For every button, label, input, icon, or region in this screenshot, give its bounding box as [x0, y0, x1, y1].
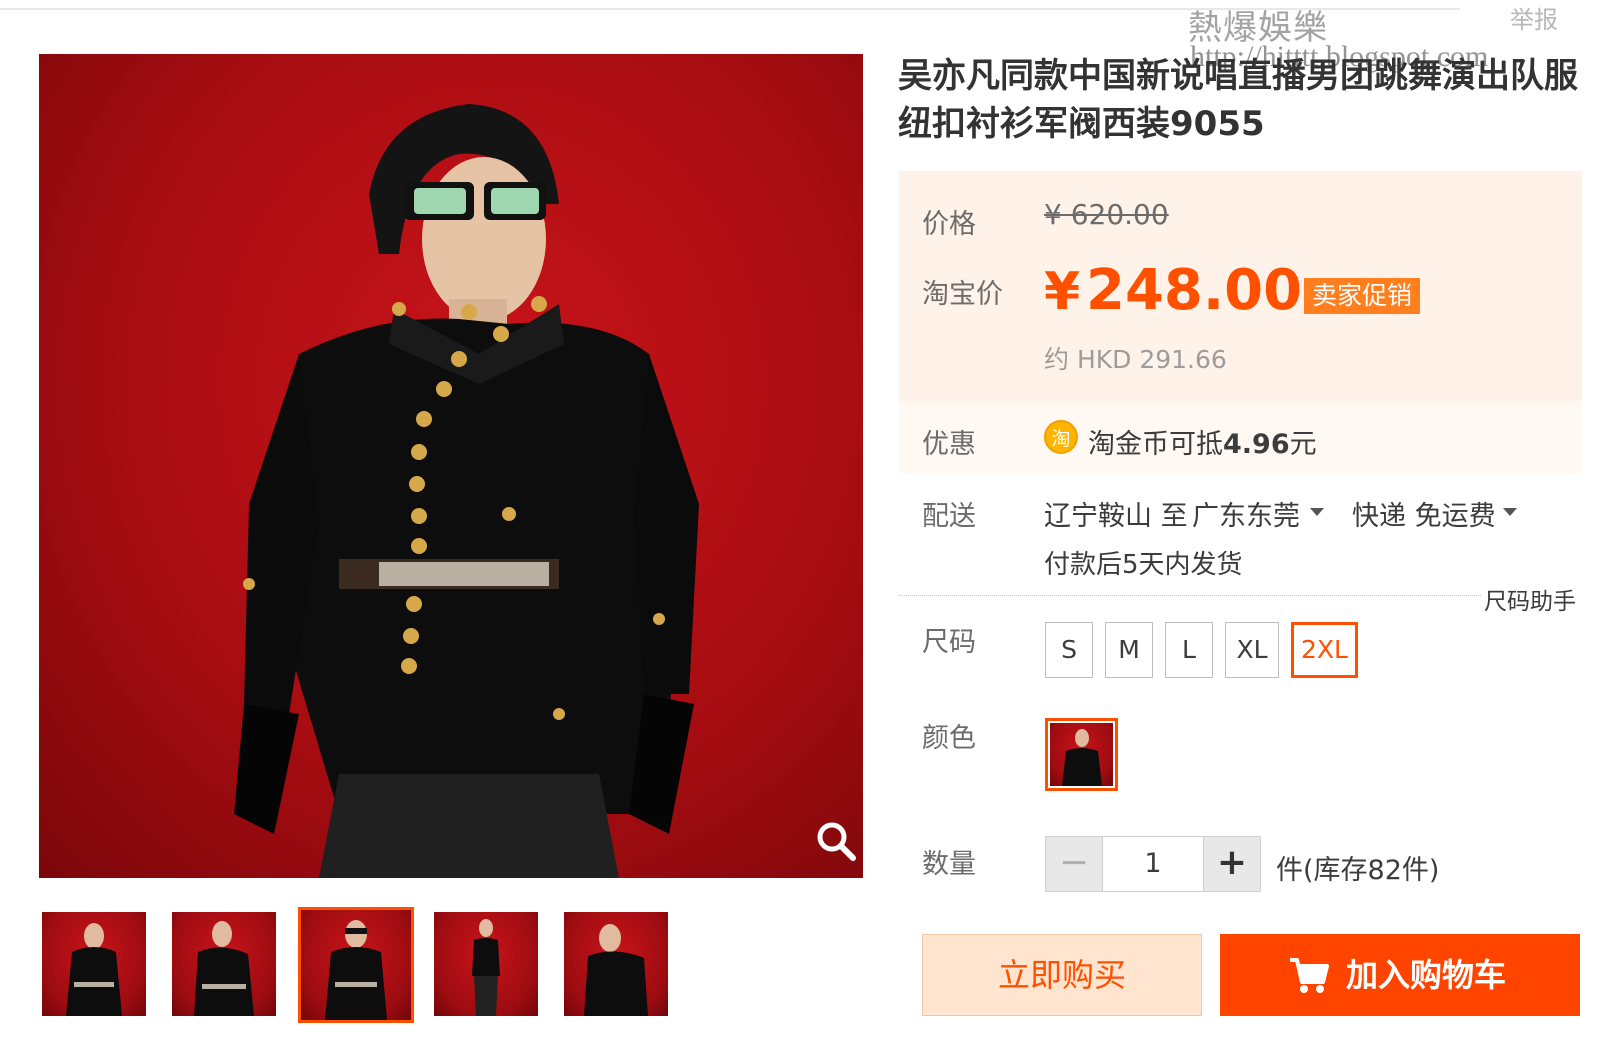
quantity-increase-button[interactable]: +: [1203, 836, 1261, 892]
thumbnail-2[interactable]: [172, 912, 276, 1016]
thumbnail-figure: [194, 921, 254, 1016]
color-swatch-image: [1050, 723, 1113, 786]
thumbnail-4[interactable]: [434, 912, 538, 1016]
quantity-decrease-button[interactable]: −: [1045, 836, 1103, 892]
size-option-l[interactable]: L: [1165, 622, 1213, 678]
size-option-2xl[interactable]: 2XL: [1291, 622, 1358, 678]
color-label: 颜色: [922, 723, 976, 754]
report-link[interactable]: 举报: [1510, 0, 1558, 35]
price-label: 价格: [922, 209, 976, 240]
magnifier-icon[interactable]: [815, 820, 857, 862]
thumbnail-figure: [472, 919, 500, 1016]
add-to-cart-label: 加入购物车: [1346, 956, 1507, 994]
coin-amount: 4.96: [1223, 429, 1290, 460]
seller-promo-badge: 卖家促销: [1304, 278, 1421, 314]
model-figure: [234, 104, 699, 878]
original-price: ¥ 620.00: [1044, 198, 1169, 231]
quantity-label: 数量: [922, 849, 976, 880]
hkd-price: 约 HKD 291.66: [1044, 345, 1227, 374]
thumbnail-5[interactable]: [564, 912, 668, 1016]
chevron-down-icon[interactable]: [1310, 508, 1324, 516]
size-option-m[interactable]: M: [1105, 622, 1153, 678]
buy-now-button[interactable]: 立即购买: [922, 934, 1202, 1016]
coin-text-prefix: 淘金币可抵: [1088, 429, 1223, 460]
delivery-origin: 辽宁鞍山 至: [1044, 501, 1188, 532]
taobao-price-label: 淘宝价: [922, 279, 1003, 310]
product-title: 吴亦凡同款中国新说唱直播男团跳舞演出队服纽扣衬衫军阀西装9055: [898, 56, 1578, 144]
quantity-input[interactable]: 1: [1103, 836, 1203, 892]
size-option-xl[interactable]: XL: [1225, 622, 1279, 678]
thumbnail-figure: [584, 924, 648, 1016]
ship-time-text: 付款后5天内发货: [1044, 550, 1243, 580]
currency-symbol: ¥: [1044, 262, 1081, 322]
shipping-method-select[interactable]: 快递 免运费: [1352, 494, 1496, 533]
coin-discount-text: 淘金币可抵4.96元: [1088, 422, 1317, 461]
swatch-figure: [1062, 729, 1102, 786]
stock-count: 件(库存82件): [1276, 855, 1440, 886]
color-swatch[interactable]: [1045, 718, 1118, 791]
size-option-s[interactable]: S: [1045, 622, 1093, 678]
chevron-down-icon[interactable]: [1503, 508, 1517, 516]
coin-text-suffix: 元: [1289, 429, 1317, 460]
thumbnail-figure: [66, 923, 122, 1016]
thumbnail-1[interactable]: [42, 912, 146, 1016]
taojinbi-coin-icon: 淘: [1044, 420, 1078, 454]
delivery-destination-select[interactable]: 广东东莞: [1192, 494, 1300, 533]
delivery-label: 配送: [922, 501, 976, 532]
main-product-image[interactable]: [39, 54, 863, 878]
section-divider: [899, 595, 1481, 596]
product-page: 举报 熱爆娛樂 http://hitttt.blogspot.com 吴亦凡同款…: [0, 0, 1600, 1050]
shopping-cart-icon: [1290, 958, 1329, 993]
size-label: 尺码: [922, 627, 976, 658]
thumbnail-3[interactable]: [298, 907, 414, 1023]
thumbnail-figure: [325, 920, 387, 1020]
size-helper-link[interactable]: 尺码助手: [1484, 582, 1576, 616]
add-to-cart-button[interactable]: 加入购物车: [1220, 934, 1580, 1016]
promotion-label: 优惠: [922, 429, 976, 460]
current-price: 248.00: [1086, 258, 1303, 323]
